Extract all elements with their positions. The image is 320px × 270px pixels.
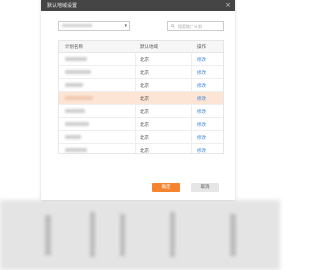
plan-name-blurred <box>65 70 91 74</box>
search-input[interactable]: 搜索推广计划 <box>167 21 224 31</box>
table-row: 北京 修改 <box>59 105 223 118</box>
plan-select[interactable]: ▾ <box>58 21 130 31</box>
column-header-action: 操作 <box>197 45 206 50</box>
plan-name-blurred <box>65 96 93 100</box>
region-cell: 北京 <box>140 83 149 89</box>
column-header-plan-name: 计划名称 <box>65 45 83 50</box>
edit-link[interactable]: 修改 <box>197 148 206 154</box>
edit-link[interactable]: 修改 <box>197 83 206 89</box>
search-placeholder: 搜索推广计划 <box>178 23 202 29</box>
background-blur <box>170 212 175 257</box>
dialog-title: 默认地域设置 <box>47 3 78 9</box>
table-row: 北京 修改 <box>59 79 223 92</box>
confirm-button[interactable]: 确定 <box>152 183 180 192</box>
region-cell: 北京 <box>140 109 149 115</box>
table-row: 北京 修改 <box>59 118 223 131</box>
region-cell: 北京 <box>140 122 149 128</box>
plan-name-blurred <box>65 57 87 61</box>
background-blur <box>45 215 51 255</box>
dialog-titlebar: 默认地域设置 × <box>41 0 235 11</box>
edit-link[interactable]: 修改 <box>197 122 206 128</box>
background-blur <box>230 214 236 256</box>
table-row: 北京 修改 <box>59 66 223 79</box>
region-cell: 北京 <box>140 70 149 76</box>
edit-link[interactable]: 修改 <box>197 135 206 141</box>
chevron-down-icon: ▾ <box>124 23 127 29</box>
plan-name-blurred <box>65 148 87 152</box>
close-icon[interactable]: × <box>225 1 231 9</box>
search-icon <box>171 24 175 28</box>
column-header-default-region: 默认地域 <box>140 45 158 50</box>
background-blur <box>90 212 95 257</box>
region-cell: 北京 <box>140 135 149 141</box>
table-row-highlighted: 北京 修改 <box>59 92 223 105</box>
table-row: 北京 修改 <box>59 131 223 144</box>
background-blur <box>120 214 125 256</box>
table-header: 计划名称 默认地域 操作 <box>59 41 223 53</box>
table-row: 北京 修改 <box>59 53 223 66</box>
plan-region-table: 计划名称 默认地域 操作 北京 修改 北京 修改 北京 修改 北京 修改 北京 … <box>58 40 224 154</box>
table-row: 北京 修改 <box>59 144 223 156</box>
edit-link[interactable]: 修改 <box>197 109 206 115</box>
cancel-button[interactable]: 取消 <box>191 183 219 192</box>
edit-link[interactable]: 修改 <box>197 70 206 76</box>
plan-name-blurred <box>65 109 85 113</box>
edit-link[interactable]: 修改 <box>197 57 206 63</box>
select-value-blurred <box>62 24 92 27</box>
region-cell: 北京 <box>140 96 149 102</box>
background-strip <box>0 200 280 270</box>
plan-name-blurred <box>65 83 83 87</box>
region-cell: 北京 <box>140 148 149 154</box>
plan-name-blurred <box>65 122 89 126</box>
default-region-dialog: 默认地域设置 × ▾ 搜索推广计划 计划名称 默认地域 操作 北京 修改 北京 … <box>41 0 235 200</box>
region-cell: 北京 <box>140 57 149 63</box>
edit-link[interactable]: 修改 <box>197 96 206 102</box>
plan-name-blurred <box>65 135 81 139</box>
